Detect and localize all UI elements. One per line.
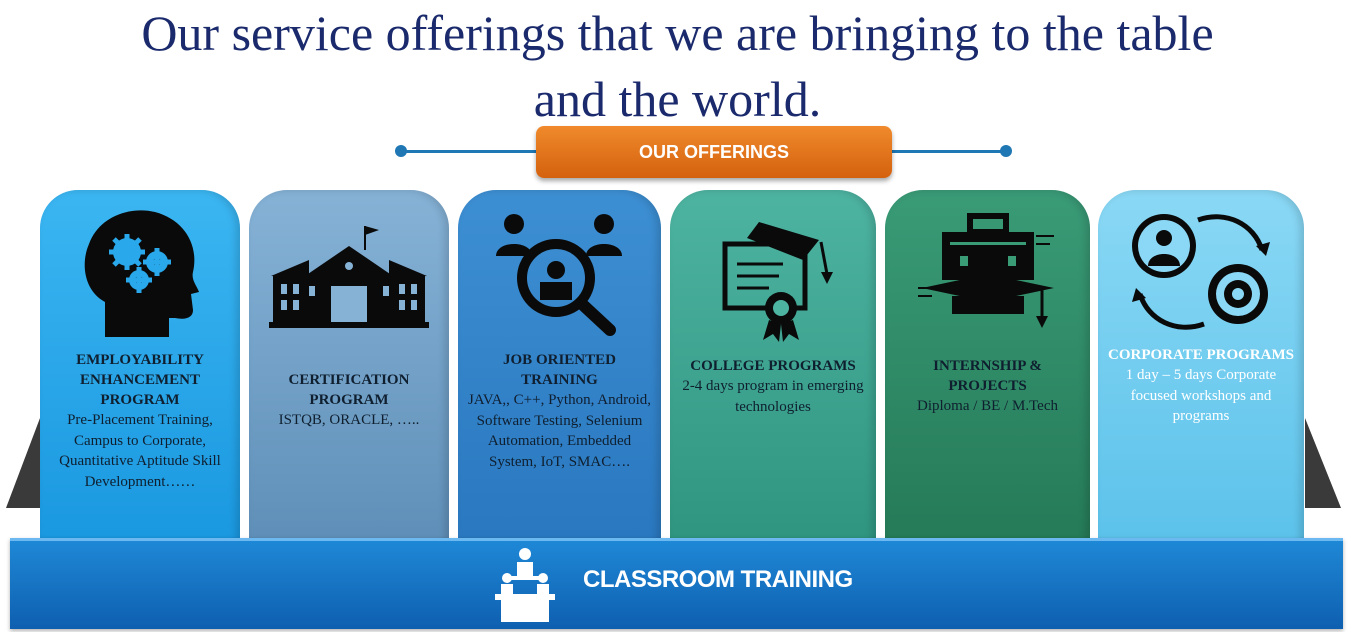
card-title: CORPORATE PROGRAMS (1108, 347, 1294, 363)
page-title: Our service offerings that we are bringi… (0, 0, 1355, 132)
diploma-graduation-icon (670, 200, 876, 345)
school-building-icon (249, 220, 449, 330)
offerings-badge: OUR OFFERINGS (536, 126, 892, 178)
connector-line-left (400, 150, 540, 153)
connector-dot-right (1000, 145, 1012, 157)
classroom-training-label: CLASSROOM TRAINING (583, 566, 853, 593)
card-description: Diploma / BE / M.Tech (916, 398, 1058, 414)
card-job-oriented: JOB ORIENTED TRAINING JAVA,, C++, Python… (458, 190, 661, 542)
card-description: 1 day – 5 days Corporate focused worksho… (1125, 367, 1277, 424)
classroom-lecture-icon (493, 546, 557, 629)
card-title: INTERNSHIP & PROJECTS (933, 358, 1042, 394)
person-cycle-gear-icon (1098, 206, 1304, 336)
card-college-programs: COLLEGE PROGRAMS 2-4 days program in eme… (670, 190, 876, 542)
head-gears-icon (40, 202, 240, 342)
card-description: ISTQB, ORACLE, ….. (278, 412, 420, 428)
left-side-triangle (6, 418, 40, 508)
card-description: Pre-Placement Training, Campus to Corpor… (59, 412, 221, 490)
card-description: 2-4 days program in emerging technologie… (682, 378, 864, 415)
candidate-search-icon (458, 208, 661, 338)
title-line-1: Our service offerings that we are bringi… (141, 5, 1214, 61)
card-employability: EMPLOYABILITY ENHANCEMENT PROGRAM Pre-Pl… (40, 190, 240, 542)
card-internship: INTERNSHIP & PROJECTS Diploma / BE / M.T… (885, 190, 1090, 542)
right-side-triangle (1305, 418, 1341, 508)
title-line-2: and the world. (533, 71, 822, 127)
card-title: COLLEGE PROGRAMS (690, 358, 856, 374)
connector-line-right (890, 150, 1005, 153)
briefcase-graduation-icon (885, 212, 1090, 332)
card-corporate: CORPORATE PROGRAMS 1 day – 5 days Corpor… (1098, 190, 1304, 542)
card-description: JAVA,, C++, Python, Android, Software Te… (467, 392, 652, 470)
card-title: JOB ORIENTED TRAINING (503, 352, 616, 388)
card-title: EMPLOYABILITY ENHANCEMENT PROGRAM (76, 352, 204, 408)
card-certification: CERTIFICATION PROGRAM ISTQB, ORACLE, ….. (249, 190, 449, 542)
card-title: CERTIFICATION PROGRAM (288, 372, 410, 408)
